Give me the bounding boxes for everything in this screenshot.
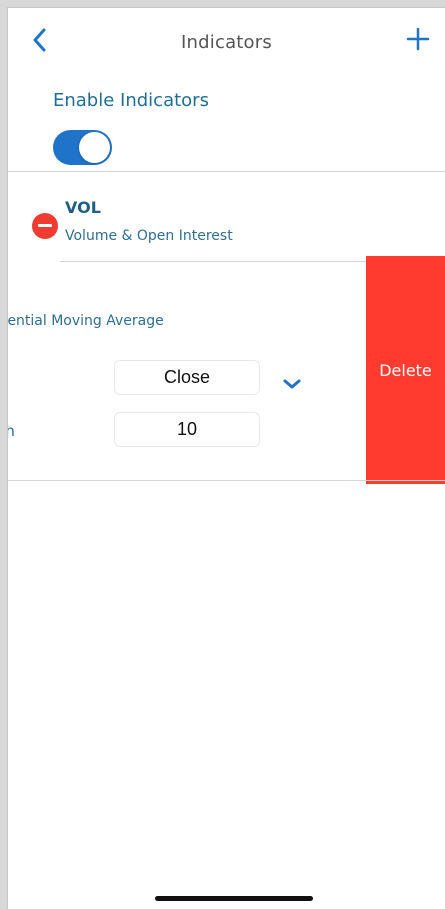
add-indicator-button[interactable]	[405, 26, 431, 52]
length-label: gth	[8, 422, 15, 440]
indicator-title: VOL	[65, 198, 101, 217]
length-input[interactable]: 10	[114, 412, 260, 447]
device-frame: Indicators Enable Indicators VOL Volume …	[0, 0, 445, 909]
section-divider	[8, 171, 445, 172]
navigation-bar: Indicators	[8, 8, 445, 72]
source-select[interactable]: Close	[114, 360, 260, 395]
source-dropdown-button[interactable]	[280, 376, 304, 392]
ema-content: A onential Moving Average e Close gth 10	[8, 256, 366, 484]
indicator-subtitle: Volume & Open Interest	[65, 228, 233, 244]
enable-indicators-label: Enable Indicators	[53, 90, 209, 111]
indicator-subtitle: onential Moving Average	[8, 313, 164, 329]
screen: Indicators Enable Indicators VOL Volume …	[8, 8, 445, 909]
indicator-row-vol	[8, 182, 445, 260]
row-divider	[8, 480, 445, 481]
page-title: Indicators	[181, 32, 272, 53]
plus-icon	[406, 27, 430, 51]
indicator-row-ema: A onential Moving Average e Close gth 10…	[8, 256, 445, 484]
delete-button[interactable]: Delete	[366, 256, 445, 484]
chevron-down-icon	[283, 379, 301, 389]
toggle-knob	[79, 132, 110, 163]
enable-indicators-toggle[interactable]	[53, 130, 112, 165]
minus-circle-icon[interactable]	[32, 213, 58, 239]
home-indicator	[155, 896, 313, 901]
